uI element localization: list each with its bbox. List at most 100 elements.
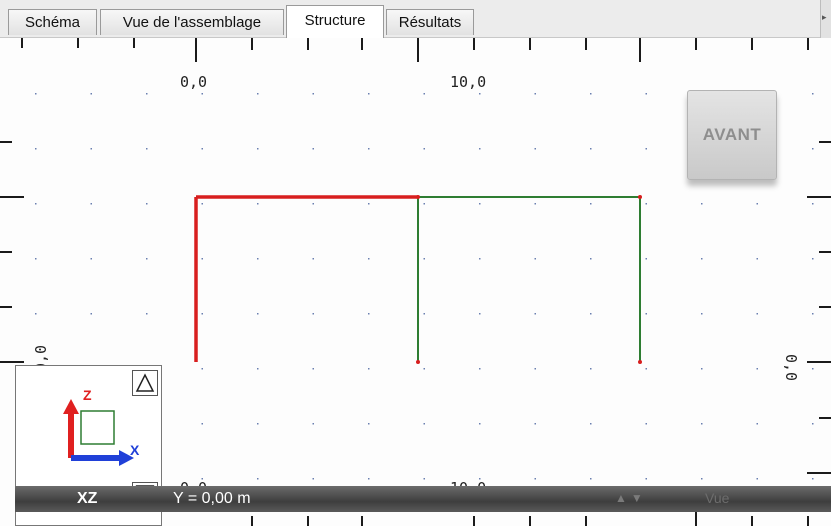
grid-dot (257, 203, 259, 205)
grid-dot (312, 313, 314, 315)
grid-dot (645, 423, 647, 425)
ruler-right-label-0: 0,0 (782, 354, 800, 381)
grid-dot (812, 258, 814, 260)
grid-dot (423, 313, 425, 315)
grid-dot (257, 258, 259, 260)
support-node-right[interactable] (638, 360, 642, 364)
grid-dot (645, 368, 647, 370)
structure-frame[interactable] (194, 195, 642, 364)
grid-dot (701, 313, 703, 315)
grid-dot (590, 93, 592, 95)
grid-dot (368, 478, 370, 480)
grid-dot (201, 368, 203, 370)
grid-dot (534, 478, 536, 480)
grid-dot (35, 148, 37, 150)
view-status-bar: XZ Y = 0,00 m ▲▼ Vue (15, 486, 831, 512)
ruler-top-label-0: 0,0 (180, 73, 207, 91)
grid-dot (312, 368, 314, 370)
grid-dot (146, 258, 148, 260)
ruler-left (0, 141, 24, 363)
grid-dot (35, 203, 37, 205)
grid-dot (368, 423, 370, 425)
grid-dot (312, 423, 314, 425)
grid-dot (590, 478, 592, 480)
status-arrows-icon[interactable]: ▲▼ (615, 491, 647, 505)
tab-structure[interactable]: Structure (286, 5, 384, 39)
grid-dot (257, 148, 259, 150)
grid-dot (590, 148, 592, 150)
grid-dot (312, 258, 314, 260)
grid-dot (423, 368, 425, 370)
grid-dot (812, 423, 814, 425)
grid-dot (701, 368, 703, 370)
grid-dot (423, 258, 425, 260)
grid-dot (257, 368, 259, 370)
joint-node-middle[interactable] (416, 195, 420, 199)
grid-dot (756, 423, 758, 425)
grid-dot (756, 368, 758, 370)
grid-dot (534, 313, 536, 315)
grid-dot (645, 313, 647, 315)
grid-dot (423, 478, 425, 480)
grid-dot (201, 203, 203, 205)
grid-dot (645, 148, 647, 150)
view-front-button[interactable]: AVANT (687, 90, 777, 180)
grid-dot (201, 148, 203, 150)
chevron-right-icon: ▸ (822, 12, 827, 22)
z-arrow-head-icon (63, 399, 79, 414)
grid-dot (645, 93, 647, 95)
plane-square-icon (80, 410, 115, 445)
grid-dot (257, 93, 259, 95)
grid-dot (368, 203, 370, 205)
grid-dot (534, 423, 536, 425)
grid-dot (368, 93, 370, 95)
grid-dot (90, 258, 92, 260)
grid-dot (590, 313, 592, 315)
grid-dot (257, 313, 259, 315)
grid-dot (90, 313, 92, 315)
tab-results[interactable]: Résultats (386, 9, 474, 35)
grid-dot (479, 313, 481, 315)
tab-assembly-view[interactable]: Vue de l'assemblage (100, 9, 284, 35)
x-axis-label: X (130, 442, 140, 458)
grid-dot (423, 93, 425, 95)
grid-dot (812, 93, 814, 95)
grid-dot (312, 148, 314, 150)
grid-dot (534, 258, 536, 260)
grid-dot (534, 93, 536, 95)
grid-dot (756, 203, 758, 205)
grid-dot (812, 203, 814, 205)
status-tail-label: Vue (705, 490, 730, 506)
joint-node-right[interactable] (638, 195, 642, 199)
grid-dot (534, 203, 536, 205)
tab-schema[interactable]: Schéma (8, 9, 97, 35)
structure-viewport[interactable]: 0,0 10,0 0,0 0,0 AVANT Z X XZ Y = 0,00 m… (0, 38, 831, 526)
grid-dot (479, 148, 481, 150)
grid-dot (701, 478, 703, 480)
grid-dot (479, 258, 481, 260)
plane-coordinate-readout: Y = 0,00 m (173, 490, 251, 507)
grid-dot (146, 203, 148, 205)
tab-scroll-right-button[interactable]: ▸ (820, 0, 831, 38)
grid-dot (257, 423, 259, 425)
view-plane-label[interactable]: XZ (77, 490, 97, 508)
grid-dot (90, 203, 92, 205)
grid-dot (423, 203, 425, 205)
grid-dot (812, 148, 814, 150)
grid-dot (257, 478, 259, 480)
grid-dot (90, 148, 92, 150)
grid-dot (812, 313, 814, 315)
grid-dot (90, 93, 92, 95)
grid-dot (35, 93, 37, 95)
ruler-top (21, 38, 809, 62)
grid-dot (590, 258, 592, 260)
grid-dot (146, 93, 148, 95)
grid-dot (201, 93, 203, 95)
grid-dot (756, 258, 758, 260)
ruler-top-label-10: 10,0 (450, 73, 486, 91)
grid-dot (534, 148, 536, 150)
grid-dot (368, 313, 370, 315)
rotate-view-up-button[interactable] (132, 370, 158, 396)
support-node-middle[interactable] (416, 360, 420, 364)
grid-dot (35, 258, 37, 260)
